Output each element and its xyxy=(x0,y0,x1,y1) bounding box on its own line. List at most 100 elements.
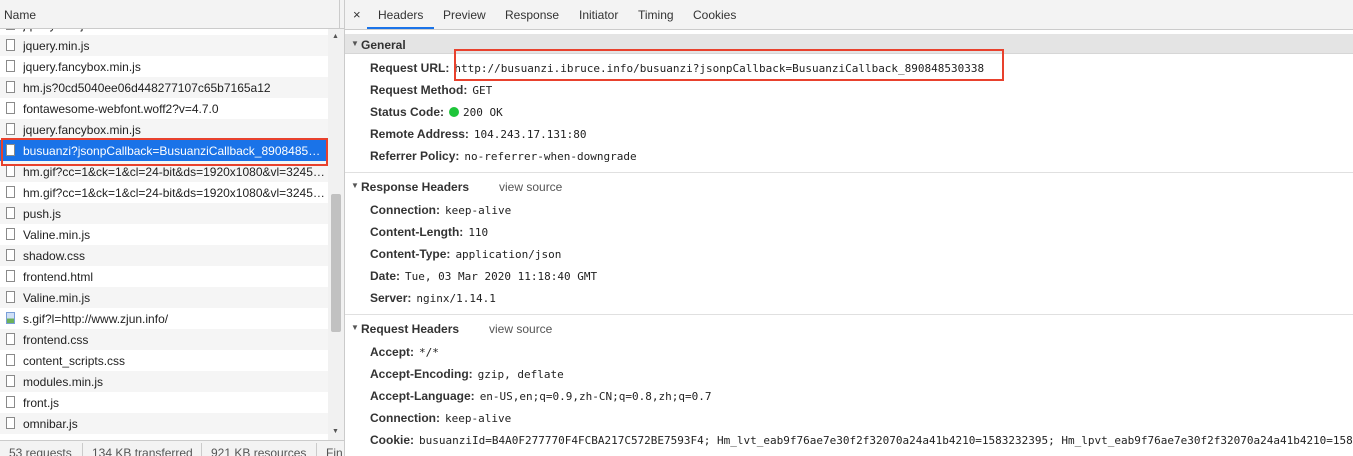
section-divider xyxy=(345,172,1353,173)
list-item[interactable]: push.js xyxy=(0,203,328,224)
header-key: Accept-Encoding: xyxy=(370,367,473,381)
file-icon xyxy=(6,123,15,135)
list-item[interactable]: jquery.fancybox.min.js xyxy=(0,119,328,140)
request-name: jquery.fancybox.min.js xyxy=(23,60,141,74)
header-key: Cookie: xyxy=(370,433,415,447)
header-row-server: Server: nginx/1.14.1 xyxy=(370,291,496,305)
section-title: Response Headers xyxy=(361,180,470,194)
tab-initiator[interactable]: Initiator xyxy=(579,8,618,22)
header-value: gzip, deflate xyxy=(477,368,564,381)
list-item[interactable]: frontend.css xyxy=(0,329,328,350)
file-icon xyxy=(6,81,15,93)
request-name: s.gif?l=http://www.zjun.info/ xyxy=(23,312,169,326)
list-item[interactable]: hm.js?0cd5040ee06d448277107c65b7165a12 xyxy=(0,77,328,98)
list-item[interactable]: jquery.min.js xyxy=(0,35,328,56)
header-row-status-code: Status Code: 200 OK xyxy=(370,105,503,119)
header-value: en-US,en;q=0.9,zh-CN;q=0.8,zh;q=0.7 xyxy=(479,390,712,403)
file-icon xyxy=(6,165,15,177)
highlight-box-selected-row xyxy=(1,138,328,166)
list-item[interactable]: jquery.fancybox.min.js xyxy=(0,56,328,77)
tab-timing[interactable]: Timing xyxy=(638,8,674,22)
expand-triangle-icon: ▼ xyxy=(351,323,359,332)
file-icon xyxy=(6,60,15,72)
header-value: nginx/1.14.1 xyxy=(416,292,496,305)
request-name: frontend.html xyxy=(23,270,94,284)
header-value: Tue, 03 Mar 2020 11:18:40 GMT xyxy=(405,270,598,283)
file-icon xyxy=(6,39,15,51)
expand-triangle-icon: ▼ xyxy=(351,39,359,48)
file-icon xyxy=(6,102,15,114)
list-item[interactable]: content_scripts.css xyxy=(0,350,328,371)
scroll-down-arrow-icon[interactable]: ▼ xyxy=(332,428,339,436)
file-icon xyxy=(6,249,15,261)
tab-response[interactable]: Response xyxy=(505,8,559,22)
header-value: keep-alive xyxy=(445,204,512,217)
active-tab-indicator xyxy=(367,27,434,29)
list-item[interactable]: modules.min.js xyxy=(0,371,328,392)
request-name: shadow.css xyxy=(23,249,86,263)
list-item[interactable]: omnibar.js xyxy=(0,413,328,434)
name-column-header[interactable]: Name xyxy=(0,0,344,29)
status-separator xyxy=(82,443,83,456)
request-name: frontend.css xyxy=(23,333,89,347)
request-name: push.js xyxy=(23,207,62,221)
header-key: Request URL: xyxy=(370,61,450,75)
header-key: Content-Length: xyxy=(370,225,464,239)
header-row-accept-encoding: Accept-Encoding: gzip, deflate xyxy=(370,367,564,381)
close-icon[interactable]: × xyxy=(353,7,361,22)
request-name: jquery.min.js xyxy=(23,39,90,53)
resources-size: 921 KB resources xyxy=(211,446,307,456)
expand-triangle-icon: ▼ xyxy=(351,181,359,190)
tab-preview[interactable]: Preview xyxy=(443,8,486,22)
header-row-accept: Accept: */* xyxy=(370,345,439,359)
list-item[interactable]: Valine.min.js xyxy=(0,224,328,245)
list-item[interactable]: s.gif?l=http://www.zjun.info/ xyxy=(0,308,328,329)
list-scrollbar-thumb[interactable] xyxy=(331,194,341,332)
request-name: hm.gif?cc=1&ck=1&cl=24-bit&ds=1920x1080&… xyxy=(23,165,326,179)
list-item[interactable]: hm.gif?cc=1&ck=1&cl=24-bit&ds=1920x1080&… xyxy=(0,182,328,203)
tab-headers[interactable]: Headers xyxy=(378,8,423,22)
request-details-panel: × Headers Preview Response Initiator Tim… xyxy=(345,0,1353,456)
list-item[interactable]: fontawesome-webfont.woff2?v=4.7.0 xyxy=(0,98,328,119)
highlight-box-request-url xyxy=(454,49,1004,81)
request-name: omnibar.js xyxy=(23,417,78,431)
view-source-link[interactable]: view source xyxy=(499,180,562,194)
request-headers-section-header[interactable]: ▼ Request Headers view source xyxy=(345,318,1353,338)
status-ok-dot-icon xyxy=(449,107,460,117)
finish-time: Fin xyxy=(326,446,343,456)
scroll-up-arrow-icon[interactable]: ▲ xyxy=(332,33,339,41)
header-value: 104.243.17.131:80 xyxy=(473,128,587,141)
list-item[interactable]: front.js xyxy=(0,392,328,413)
image-file-icon xyxy=(6,312,15,324)
file-icon xyxy=(6,207,15,219)
status-separator xyxy=(201,443,202,456)
tab-cookies[interactable]: Cookies xyxy=(693,8,736,22)
file-icon xyxy=(6,291,15,303)
request-name: modules.min.js xyxy=(23,375,104,389)
header-key: Status Code: xyxy=(370,105,445,119)
list-item[interactable]: frontend.html xyxy=(0,266,328,287)
header-key: Date: xyxy=(370,269,401,283)
request-count: 53 requests xyxy=(9,446,72,456)
request-name: jquery.fancybox.min.js xyxy=(23,123,141,137)
request-name: Valine.min.js xyxy=(23,228,91,242)
header-key: Accept: xyxy=(370,345,415,359)
response-headers-section-header[interactable]: ▼ Response Headers view source xyxy=(345,176,1353,196)
request-name: front.js xyxy=(23,396,60,410)
header-key: Server: xyxy=(370,291,412,305)
header-row-connection: Connection: keep-alive xyxy=(370,411,511,425)
header-row-accept-language: Accept-Language: en-US,en;q=0.9,zh-CN;q=0… xyxy=(370,389,711,403)
file-icon xyxy=(6,417,15,429)
header-value: no-referrer-when-downgrade xyxy=(464,150,637,163)
header-value: GET xyxy=(472,84,493,97)
list-item[interactable]: Valine.min.js xyxy=(0,287,328,308)
view-source-link[interactable]: view source xyxy=(489,322,552,336)
list-item[interactable]: shadow.css xyxy=(0,245,328,266)
request-name: content_scripts.css xyxy=(23,354,126,368)
header-row-date: Date: Tue, 03 Mar 2020 11:18:40 GMT xyxy=(370,269,597,283)
header-key: Referrer Policy: xyxy=(370,149,460,163)
request-name: hm.js?0cd5040ee06d448277107c65b7165a12 xyxy=(23,81,271,95)
header-value: 200 OK xyxy=(463,106,503,119)
request-list: jquery.min.js jquery.min.js jquery.fancy… xyxy=(0,14,328,434)
section-title: Request Headers xyxy=(361,322,460,336)
